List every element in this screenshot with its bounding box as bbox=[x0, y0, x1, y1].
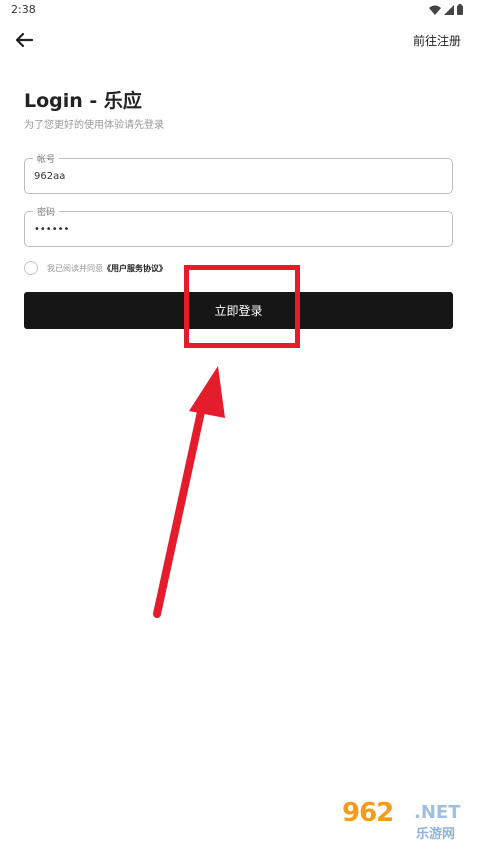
watermark-number: 962 bbox=[342, 798, 394, 828]
watermark-net: .NET bbox=[414, 802, 461, 823]
watermark-cn: 乐游网 bbox=[416, 827, 456, 842]
annotation-arrow-icon bbox=[153, 366, 225, 618]
watermark-logo: 962 .NET 乐游网 bbox=[338, 798, 472, 842]
